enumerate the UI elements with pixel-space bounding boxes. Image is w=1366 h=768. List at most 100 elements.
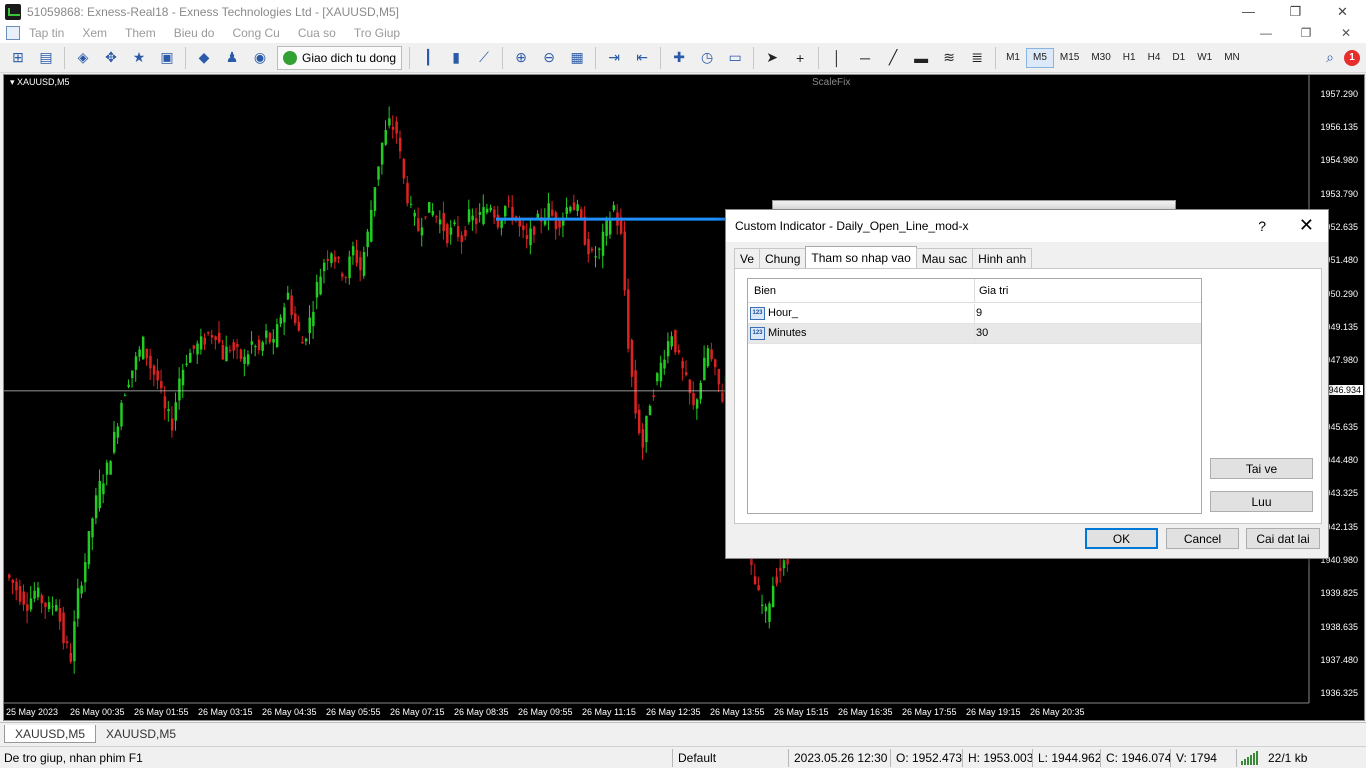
bull-candle xyxy=(449,227,453,235)
search-icon[interactable]: ⌕ xyxy=(1318,46,1342,70)
signals-icon[interactable]: ◉ xyxy=(248,46,272,70)
trendline-icon[interactable]: ╱ xyxy=(881,46,905,70)
bar-chart-icon[interactable]: ┃ xyxy=(416,46,440,70)
vertical-line-icon[interactable]: │ xyxy=(825,46,849,70)
timeframe-m5[interactable]: M5 xyxy=(1025,47,1054,68)
menu-tools[interactable]: Cong Cu xyxy=(223,26,288,40)
bull-candle xyxy=(478,212,482,215)
bear-candle xyxy=(641,429,645,448)
load-button[interactable]: Tai ve xyxy=(1210,458,1313,479)
menu-window[interactable]: Cua so xyxy=(289,26,345,40)
ok-button[interactable]: OK xyxy=(1085,528,1158,549)
bear-candle xyxy=(623,231,626,291)
column-variable[interactable]: Bien xyxy=(754,285,776,297)
notification-badge[interactable]: 1 xyxy=(1344,49,1360,66)
status-high: H: 1953.003 xyxy=(968,751,1034,765)
bull-candle xyxy=(366,231,369,248)
bull-candle xyxy=(471,215,474,221)
line-chart-icon[interactable]: ⟋ xyxy=(472,46,496,70)
menu-file[interactable]: Tap tin xyxy=(20,26,73,40)
chart-tab[interactable]: XAUUSD,M5 xyxy=(96,725,186,743)
menu-insert[interactable]: Them xyxy=(116,26,165,40)
maximize-button[interactable]: ❐ xyxy=(1272,0,1319,23)
menu-charts[interactable]: Bieu do xyxy=(165,26,224,40)
cursor-icon[interactable]: ➤ xyxy=(760,46,784,70)
status-divider xyxy=(1170,749,1171,767)
zoom-out-icon[interactable]: ⊖ xyxy=(537,46,561,70)
crosshair-icon[interactable]: + xyxy=(788,46,812,70)
timeframe-d1[interactable]: D1 xyxy=(1166,48,1191,68)
menu-view[interactable]: Xem xyxy=(73,26,116,40)
child-restore-button[interactable]: ❐ xyxy=(1286,26,1326,40)
tile-windows-icon[interactable]: ▦ xyxy=(565,46,589,70)
horizontal-line-icon[interactable]: ─ xyxy=(853,46,877,70)
fibonacci-icon[interactable]: ≋ xyxy=(937,46,961,70)
tab-colors[interactable]: Mau sac xyxy=(915,248,974,268)
bull-candle xyxy=(189,352,192,363)
parameter-row-minutes[interactable]: 123 Minutes 30 xyxy=(748,324,1201,344)
timeframe-w1[interactable]: W1 xyxy=(1191,48,1218,68)
timeframe-h1[interactable]: H1 xyxy=(1117,48,1142,68)
autoscroll-icon[interactable]: ⇤ xyxy=(630,46,654,70)
timeframe-m30[interactable]: M30 xyxy=(1085,48,1116,68)
bull-candle xyxy=(377,166,380,180)
dialog-close-button[interactable]: ✕ xyxy=(1299,215,1314,236)
experts-icon[interactable]: ♟ xyxy=(220,46,244,70)
timeframe-h4[interactable]: H4 xyxy=(1142,48,1167,68)
chart-shift-icon[interactable]: ⇥ xyxy=(602,46,626,70)
candlestick-icon[interactable]: ▮ xyxy=(444,46,468,70)
chart-tabs-bar: XAUUSD,M5 XAUUSD,M5 xyxy=(0,722,1366,744)
parameter-row-hour[interactable]: 123 Hour_ 9 xyxy=(748,304,1201,324)
bear-candle xyxy=(69,652,73,662)
save-button[interactable]: Luu xyxy=(1210,491,1313,512)
timeframe-m15[interactable]: M15 xyxy=(1054,48,1085,68)
chart-tab-active[interactable]: XAUUSD,M5 xyxy=(4,725,97,743)
toolbar-divider xyxy=(818,46,820,69)
bear-candle xyxy=(207,332,210,334)
periods-icon[interactable]: ◷ xyxy=(695,46,719,70)
strategy-tester-icon[interactable]: ◆ xyxy=(192,46,216,70)
menu-help[interactable]: Tro Giup xyxy=(345,26,409,40)
zoom-in-icon[interactable]: ⊕ xyxy=(509,46,533,70)
column-value[interactable]: Gia tri xyxy=(979,285,1008,297)
help-button[interactable]: ? xyxy=(1258,218,1266,234)
timeframe-mn[interactable]: MN xyxy=(1218,48,1246,68)
parameter-value[interactable]: 9 xyxy=(976,307,982,319)
bear-candle xyxy=(210,335,214,338)
child-minimize-button[interactable]: — xyxy=(1246,26,1286,40)
bull-candle xyxy=(706,348,710,367)
reset-button[interactable]: Cai dat lai xyxy=(1246,528,1320,549)
market-watch-icon[interactable]: ◈ xyxy=(71,46,95,70)
new-chart-icon[interactable]: ⊞ xyxy=(6,46,30,70)
indicators-icon[interactable]: ✚ xyxy=(667,46,691,70)
tab-common[interactable]: Chung xyxy=(759,248,807,268)
favorites-icon[interactable]: ★ xyxy=(127,46,151,70)
terminal-icon[interactable]: ▣ xyxy=(155,46,179,70)
bear-candle xyxy=(775,576,779,584)
menu-bar: Tap tin Xem Them Bieu do Cong Cu Cua so … xyxy=(0,23,1366,43)
tab-visualization[interactable]: Hinh anh xyxy=(972,248,1033,268)
profiles-icon[interactable]: ▤ xyxy=(34,46,58,70)
child-close-button[interactable]: ✕ xyxy=(1326,26,1366,40)
bull-candle xyxy=(373,187,377,211)
chart-window-icon[interactable] xyxy=(6,26,20,40)
parameter-value[interactable]: 30 xyxy=(976,327,988,339)
navigator-icon[interactable]: ✥ xyxy=(99,46,123,70)
cancel-button[interactable]: Cancel xyxy=(1166,528,1239,549)
close-button[interactable]: ✕ xyxy=(1319,0,1366,23)
text-label-icon[interactable]: ≣ xyxy=(965,46,989,70)
minimize-button[interactable]: — xyxy=(1225,0,1272,23)
auto-trading-button[interactable]: Giao dich tu dong xyxy=(277,45,403,70)
bull-candle xyxy=(272,338,275,343)
timeframe-m1[interactable]: M1 xyxy=(1000,48,1026,68)
bull-candle xyxy=(254,346,257,348)
bear-candle xyxy=(710,349,713,360)
bull-candle xyxy=(261,342,264,351)
bear-candle xyxy=(22,591,25,605)
templates-icon[interactable]: ▭ xyxy=(723,46,747,70)
bear-candle xyxy=(160,381,163,389)
tab-inputs[interactable]: Tham so nhap vao xyxy=(805,246,917,268)
tab-draw[interactable]: Ve xyxy=(734,248,761,268)
bull-candle xyxy=(199,336,203,350)
channel-icon[interactable]: ▬ xyxy=(909,46,933,70)
